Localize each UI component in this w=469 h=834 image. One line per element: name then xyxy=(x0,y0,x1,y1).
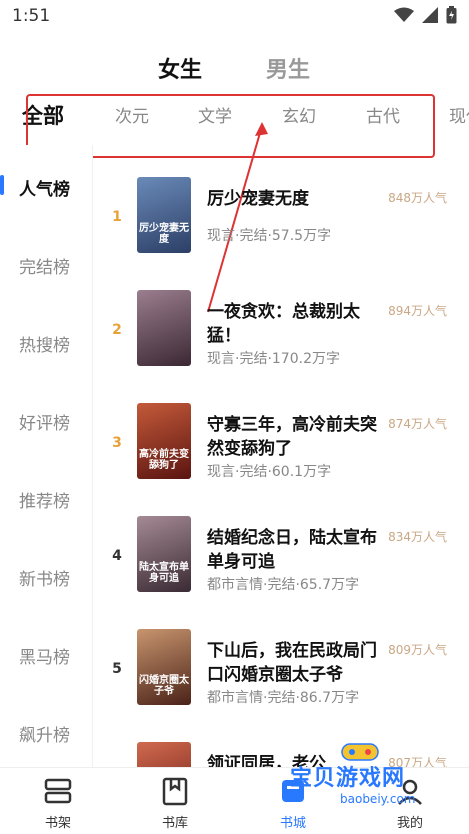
status-bar: 1:51 xyxy=(0,0,469,34)
tab-male[interactable]: 男生 xyxy=(266,52,310,84)
watermark-url: baobeiy.com xyxy=(340,792,416,806)
ranking-sidebar: 人气榜 完结榜 热搜榜 好评榜 推荐榜 新书榜 黑马榜 飙升榜 xyxy=(0,145,92,767)
status-time: 1:51 xyxy=(12,6,51,26)
book-meta: 都市言情·完结·86.7万字 xyxy=(207,690,360,706)
sidebar-item-completed[interactable]: 完结榜 xyxy=(19,253,70,278)
nav-bookshelf[interactable]: 书架 xyxy=(28,776,88,831)
book-rank: 3 xyxy=(112,435,122,451)
wifi-icon xyxy=(394,7,414,22)
nav-label: 书库 xyxy=(161,816,188,831)
book-rank: 5 xyxy=(112,661,122,677)
sidebar-active-indicator xyxy=(0,175,4,195)
book-cover-title: 陆太宣布单身可追 xyxy=(139,562,189,584)
watermark-text: 宝贝游戏网 xyxy=(290,766,406,791)
book-cover[interactable] xyxy=(137,742,191,767)
book-popularity: 894万人气 xyxy=(388,304,447,318)
bookshelf-icon xyxy=(44,778,72,804)
nav-label: 我的 xyxy=(396,816,423,831)
book-rank: 2 xyxy=(112,322,122,338)
book-popularity: 848万人气 xyxy=(388,191,447,205)
book-meta: 现言·完结·57.5万字 xyxy=(207,228,332,244)
category-tab-modern[interactable]: 现代 xyxy=(449,102,469,127)
signal-icon xyxy=(422,7,438,23)
nav-library[interactable]: 书库 xyxy=(145,776,205,831)
book-row[interactable]: 4 陆太宣布单身可追 结婚纪念日，陆太宣布单身可追 都市言情·完结·65.7万字… xyxy=(93,504,469,617)
sidebar-item-hot-search[interactable]: 热搜榜 xyxy=(19,331,70,356)
sidebar-item-recommend[interactable]: 推荐榜 xyxy=(19,487,70,512)
book-meta: 现言·完结·60.1万字 xyxy=(207,464,332,480)
sidebar-item-rising[interactable]: 飙升榜 xyxy=(19,721,70,746)
battery-icon xyxy=(446,6,457,24)
book-row[interactable]: 5 闪婚京圈太子爷 下山后，我在民政局门口闪婚京圈太子爷 都市言情·完结·86.… xyxy=(93,617,469,730)
watermark: 宝贝游戏网 baobeiy.com xyxy=(290,740,440,810)
book-popularity: 874万人气 xyxy=(388,417,447,431)
book-list: 1 厉少宠妻无度 厉少宠妻无度 现言·完结·57.5万字 848万人气 2 一夜… xyxy=(93,165,469,767)
book-cover[interactable] xyxy=(137,290,191,366)
nav-label: 书架 xyxy=(44,816,71,831)
book-meta: 现言·完结·170.2万字 xyxy=(207,351,340,367)
book-row[interactable]: 3 高冷前夫变舔狗了 守寡三年，高冷前夫突然变舔狗了 现言·完结·60.1万字 … xyxy=(93,391,469,504)
book-title[interactable]: 下山后，我在民政局门口闪婚京圈太子爷 xyxy=(207,639,385,687)
book-title[interactable]: 守寡三年，高冷前夫突然变舔狗了 xyxy=(207,413,385,461)
library-icon xyxy=(162,777,188,806)
book-rank: 4 xyxy=(112,548,122,564)
sidebar-item-popular[interactable]: 人气榜 xyxy=(19,175,70,200)
book-cover-title: 高冷前夫变舔狗了 xyxy=(139,449,189,471)
sidebar-item-good-review[interactable]: 好评榜 xyxy=(19,409,70,434)
tab-female[interactable]: 女生 xyxy=(158,52,202,84)
sidebar-item-new-books[interactable]: 新书榜 xyxy=(19,565,70,590)
book-title[interactable]: 厉少宠妻无度 xyxy=(207,187,385,211)
book-cover-title: 闪婚京圈太子爷 xyxy=(139,675,189,697)
gamepad-icon xyxy=(341,743,379,761)
sidebar-item-dark-horse[interactable]: 黑马榜 xyxy=(19,643,70,668)
book-meta: 都市言情·完结·65.7万字 xyxy=(207,577,360,593)
book-row[interactable]: 1 厉少宠妻无度 厉少宠妻无度 现言·完结·57.5万字 848万人气 xyxy=(93,165,469,278)
book-row[interactable]: 2 一夜贪欢：总裁别太猛！ 现言·完结·170.2万字 894万人气 xyxy=(93,278,469,391)
status-icons xyxy=(394,6,457,24)
nav-label: 书城 xyxy=(279,816,306,831)
book-popularity: 809万人气 xyxy=(388,643,447,657)
book-cover[interactable]: 陆太宣布单身可追 xyxy=(137,516,191,592)
book-cover[interactable]: 厉少宠妻无度 xyxy=(137,177,191,253)
book-title[interactable]: 一夜贪欢：总裁别太猛！ xyxy=(207,300,385,348)
book-cover-title: 厉少宠妻无度 xyxy=(139,223,189,245)
book-cover[interactable]: 闪婚京圈太子爷 xyxy=(137,629,191,705)
book-cover[interactable]: 高冷前夫变舔狗了 xyxy=(137,403,191,479)
book-rank: 1 xyxy=(112,209,122,225)
book-popularity: 834万人气 xyxy=(388,530,447,544)
gender-tabs: 女生 男生 xyxy=(0,52,469,84)
book-title[interactable]: 结婚纪念日，陆太宣布单身可追 xyxy=(207,526,385,574)
